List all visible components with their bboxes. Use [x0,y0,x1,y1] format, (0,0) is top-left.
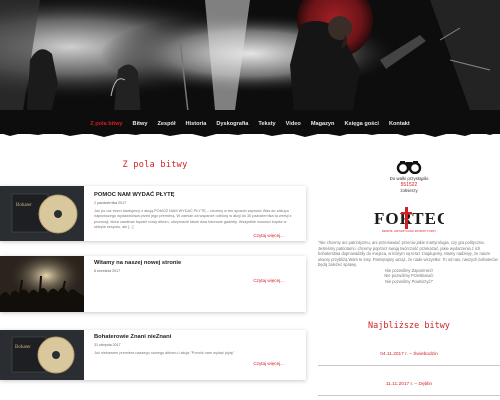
nav-item-teksty[interactable]: Teksty [258,121,275,127]
soldiers-counter: Do walki przystąpiło 551522 żołnierzy [318,176,500,194]
post-thumbnail[interactable] [0,256,84,312]
upcoming-battles-heading: Najbliższe bitwy [368,321,450,331]
nav-item-video[interactable]: Video [286,121,301,127]
nav-item-kontakt[interactable]: Kontakt [389,121,410,127]
concert-crowd-image [0,256,84,312]
logo-text: FORTECA [374,209,444,228]
battle-date-location: 04.11.2017 r. – Świebodzin [380,352,438,357]
svg-text:Bohater: Bohater [16,203,32,208]
manifesto-text: "Nie chcemy ani patriotyzmu, ani przemaw… [318,240,498,268]
forteca-logo-mark: FORTECA [374,207,463,229]
post-excerpt: Już po raz trzeci startujemy z akcją POM… [94,208,292,230]
battle-item[interactable]: 04.11.2017 r. – Świebodzin [318,344,500,366]
nav-item-zespol[interactable]: Zespół [157,121,175,127]
post-card: Bohater POMOC NAM WYDAĆ PŁYTĘ 2 paździer… [0,186,306,241]
cd-album-image: Bohater [0,186,84,241]
post-date: 31 sierpnia 2017 [94,342,121,347]
main-nav: Z pola bitwy Bitwy Zespół Historia Dysko… [0,114,500,134]
nav-item-historia[interactable]: Historia [186,121,207,127]
read-more-link[interactable]: Czytaj więcej... [253,361,284,366]
post-date: 2 października 2017 [94,200,127,205]
post-card: Witamy na naszej nowej stronie 8 wrześni… [0,256,306,312]
svg-text:Bohater: Bohater [15,345,31,350]
read-more-link[interactable]: Czytaj więcej... [253,278,284,283]
post-excerpt: Już niebawem premiera naszego nowego alb… [94,350,235,355]
section-title: Z pola bitwy [122,160,188,170]
logo-subtitle: ZESPÓŁ HISTORYCZNO-PATRIOTYCZNY [381,229,437,233]
post-date: 8 września 2017 [94,268,121,273]
post-title[interactable]: Bohaterowie Znani nieZnani [94,334,294,341]
nav-item-bitwy[interactable]: Bitwy [133,121,148,127]
binoculars-icon [396,161,422,174]
manifesto-quote: "Nie chcemy ani patriotyzmu, ani przemaw… [318,240,500,284]
post-title[interactable]: POMOC NAM WYDAĆ PŁYTĘ [94,192,294,199]
nav-item-magazyn[interactable]: Magazyn [311,121,335,127]
read-more-link[interactable]: Czytaj więcej... [253,233,284,238]
battle-item[interactable]: 11.11.2017 r. – Dęblin [318,374,500,396]
post-thumbnail[interactable]: Bohater [0,330,84,380]
nav-item-z-pola-bitwy[interactable]: Z pola bitwy [90,121,122,127]
battle-date-location: 11.11.2017 r. – Dęblin [385,382,433,387]
nav-item-dyskografia[interactable]: Dyskografia [216,121,248,127]
nav-item-ksiega-gosci[interactable]: Księga gości [344,121,379,127]
post-card: Bohater Bohaterowie Znani nieZnani 31 si… [0,330,306,380]
counter-unit: żołnierzy [400,188,418,194]
manifesto-line-3: Nie pozwólmy Powtórzyć!" [384,278,434,284]
post-thumbnail[interactable]: Bohater [0,186,84,241]
post-title[interactable]: Witamy na naszej nowej stronie [94,260,294,267]
forteca-logo[interactable]: FORTECA ZESPÓŁ HISTORYCZNO-PATRIOTYCZNY [374,206,463,236]
cd-album-image: Bohater [0,330,84,380]
